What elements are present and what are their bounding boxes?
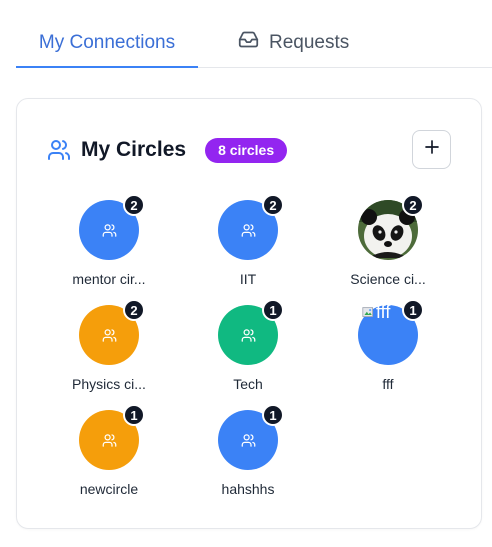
circle-avatar: 2 [79, 194, 145, 260]
broken-image-icon: fff [362, 302, 390, 323]
circle-item[interactable]: 2 Science ci... [333, 194, 443, 300]
circle-name: IIT [239, 271, 257, 287]
inbox-icon [238, 29, 259, 56]
member-count-badge: 2 [123, 194, 145, 216]
member-count-badge: 1 [402, 299, 424, 321]
circle-name: fff [382, 376, 394, 392]
circle-name: newcircle [79, 481, 139, 497]
circle-avatar: 2 [358, 194, 424, 260]
circle-item[interactable]: 1 hahshhs [193, 404, 303, 510]
circle-item[interactable]: 2 mentor cir... [54, 194, 164, 300]
circle-avatar: 1 [79, 404, 145, 470]
circle-name: Science ci... [350, 271, 426, 287]
broken-image-alt-text: fff [376, 302, 391, 322]
tab-requests-label: Requests [269, 31, 350, 53]
group-icon [241, 223, 255, 237]
group-icon [102, 328, 116, 342]
my-circles-card: My Circles 8 circles 2 mentor cir... 2 I… [16, 98, 482, 529]
member-count-badge: 1 [123, 404, 145, 426]
add-circle-button[interactable] [412, 130, 451, 169]
tab-my-connections[interactable]: My Connections [16, 18, 198, 68]
member-count-badge: 1 [262, 404, 284, 426]
circle-item[interactable]: 2 Physics ci... [54, 299, 164, 405]
circle-name: Physics ci... [72, 376, 146, 392]
group-icon [102, 433, 116, 447]
circle-item[interactable]: 1 newcircle [54, 404, 164, 510]
member-count-badge: 1 [262, 299, 284, 321]
circle-avatar: 2 [79, 299, 145, 365]
circle-item[interactable]: 1 Tech [193, 299, 303, 405]
circle-name: Tech [233, 376, 263, 392]
card-title: My Circles [81, 138, 187, 161]
connections-tabs: My Connections Requests [16, 18, 492, 68]
plus-icon [423, 138, 441, 161]
group-icon [241, 328, 255, 342]
users-icon [47, 138, 71, 162]
card-header: My Circles 8 circles [47, 135, 288, 165]
circle-avatar: 1 [218, 404, 284, 470]
circle-item[interactable]: 2 IIT [193, 194, 303, 300]
circle-item[interactable]: fff 1 fff [333, 299, 443, 405]
circle-name: mentor cir... [72, 271, 146, 287]
member-count-badge: 2 [402, 194, 424, 216]
circle-avatar: 2 [218, 194, 284, 260]
circle-avatar: fff 1 [358, 299, 424, 365]
tab-my-connections-label: My Connections [38, 31, 176, 53]
circles-count-badge: 8 circles [205, 137, 288, 163]
circle-avatar: 1 [218, 299, 284, 365]
circle-name: hahshhs [221, 481, 275, 497]
group-icon [102, 223, 116, 237]
member-count-badge: 2 [262, 194, 284, 216]
tab-requests[interactable]: Requests [238, 18, 349, 67]
group-icon [241, 433, 255, 447]
member-count-badge: 2 [123, 299, 145, 321]
